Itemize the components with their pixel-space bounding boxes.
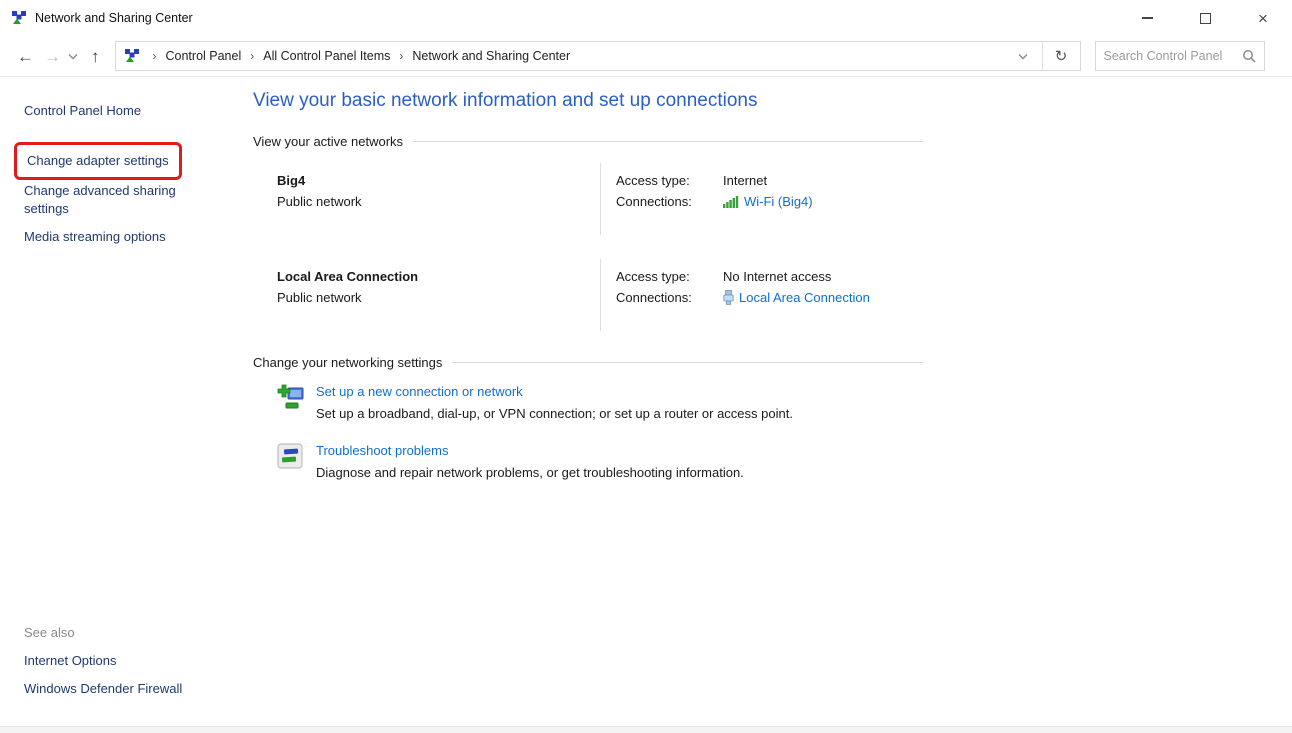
see-also-section: See also Internet Options Windows Defend… xyxy=(24,625,182,709)
sidebar-item-change-advanced-sharing[interactable]: Change advanced sharing settings xyxy=(24,183,176,216)
setting-description: Set up a broadband, dial-up, or VPN conn… xyxy=(316,406,793,421)
breadcrumb-item-network-sharing[interactable]: Network and Sharing Center xyxy=(410,49,572,63)
network-row-local-area: Local Area Connection Public network Acc… xyxy=(253,259,923,331)
window-title: Network and Sharing Center xyxy=(35,11,193,25)
active-networks-section-header: View your active networks xyxy=(253,134,923,149)
breadcrumb-separator: › xyxy=(243,49,261,63)
sidebar-item-change-adapter-settings[interactable]: Change adapter settings xyxy=(27,153,169,168)
see-also-heading: See also xyxy=(24,625,182,640)
ethernet-icon xyxy=(723,290,734,305)
network-details: Access type: No Internet access Connecti… xyxy=(601,259,870,331)
refresh-button[interactable]: ↻ xyxy=(1042,42,1080,70)
sidebar: Control Panel Home Change adapter settin… xyxy=(0,77,240,725)
highlight-annotation: Change adapter settings xyxy=(14,142,182,180)
search-icon xyxy=(1242,49,1256,63)
wifi-signal-icon xyxy=(723,196,739,208)
sidebar-item-windows-defender-firewall[interactable]: Windows Defender Firewall xyxy=(24,680,182,698)
sidebar-item-media-streaming-options[interactable]: Media streaming options xyxy=(24,229,166,244)
lan-connection-link[interactable]: Local Area Connection xyxy=(739,290,870,305)
forward-button[interactable]: → xyxy=(39,46,66,67)
title-bar: Network and Sharing Center × xyxy=(0,0,1292,36)
section-label: Change your networking settings xyxy=(253,355,442,370)
setting-item-new-connection: Set up a new connection or network Set u… xyxy=(277,384,1292,421)
network-name: Local Area Connection xyxy=(277,269,600,284)
breadcrumb-separator: › xyxy=(146,49,164,63)
search-box[interactable] xyxy=(1095,41,1265,71)
breadcrumb-item-all-items[interactable]: All Control Panel Items xyxy=(261,49,392,63)
network-type: Public network xyxy=(277,194,600,209)
section-label: View your active networks xyxy=(253,134,403,149)
address-bar[interactable]: › Control Panel › All Control Panel Item… xyxy=(115,41,1081,71)
navigation-toolbar: ← → ↑ › Control Panel › All Control Pane… xyxy=(0,36,1292,77)
minimize-button[interactable] xyxy=(1118,0,1176,36)
breadcrumb: › Control Panel › All Control Panel Item… xyxy=(116,48,1004,64)
chevron-down-icon xyxy=(1018,53,1028,60)
network-type: Public network xyxy=(277,290,600,305)
maximize-button[interactable] xyxy=(1176,0,1234,36)
connections-label: Connections: xyxy=(616,194,723,209)
section-divider xyxy=(413,141,923,142)
setup-new-connection-link[interactable]: Set up a new connection or network xyxy=(316,384,523,399)
sidebar-item-internet-options[interactable]: Internet Options xyxy=(24,652,182,670)
access-type-label: Access type: xyxy=(616,173,723,188)
minimize-icon xyxy=(1142,17,1153,19)
chevron-down-icon xyxy=(68,53,78,60)
network-name: Big4 xyxy=(277,173,600,188)
network-details: Access type: Internet Connections: Wi-Fi… xyxy=(601,163,813,235)
close-icon: × xyxy=(1258,10,1268,27)
sidebar-item-control-panel-home[interactable]: Control Panel Home xyxy=(24,102,240,120)
section-divider xyxy=(452,362,923,363)
up-button[interactable]: ↑ xyxy=(86,46,105,67)
network-row-big4: Big4 Public network Access type: Interne… xyxy=(253,163,923,235)
troubleshoot-icon xyxy=(277,443,305,471)
address-dropdown-button[interactable] xyxy=(1004,53,1042,60)
main-content: View your basic network information and … xyxy=(240,77,1292,725)
setting-item-troubleshoot: Troubleshoot problems Diagnose and repai… xyxy=(277,443,1292,480)
window-bottom-edge xyxy=(0,726,1292,733)
maximize-icon xyxy=(1200,13,1211,24)
breadcrumb-separator: › xyxy=(392,49,410,63)
breadcrumb-item-control-panel[interactable]: Control Panel xyxy=(164,49,244,63)
access-type-value: No Internet access xyxy=(723,269,870,284)
setting-description: Diagnose and repair network problems, or… xyxy=(316,465,744,480)
window-body: Control Panel Home Change adapter settin… xyxy=(0,77,1292,725)
network-identity: Big4 Public network xyxy=(253,163,601,235)
access-type-value: Internet xyxy=(723,173,813,188)
window-controls: × xyxy=(1118,0,1292,36)
network-identity: Local Area Connection Public network xyxy=(253,259,601,331)
network-sharing-center-icon xyxy=(11,10,27,26)
recent-pages-dropdown[interactable] xyxy=(66,51,80,62)
network-sharing-center-icon xyxy=(124,48,140,64)
access-type-label: Access type: xyxy=(616,269,723,284)
troubleshoot-problems-link[interactable]: Troubleshoot problems xyxy=(316,443,448,458)
search-input[interactable] xyxy=(1104,49,1242,63)
page-title: View your basic network information and … xyxy=(253,90,1292,112)
connections-label: Connections: xyxy=(616,290,723,305)
close-button[interactable]: × xyxy=(1234,0,1292,36)
networking-settings-section-header: Change your networking settings xyxy=(253,355,923,370)
back-button[interactable]: ← xyxy=(12,46,39,67)
wifi-connection-link[interactable]: Wi-Fi (Big4) xyxy=(744,194,813,209)
new-connection-icon xyxy=(277,384,305,412)
